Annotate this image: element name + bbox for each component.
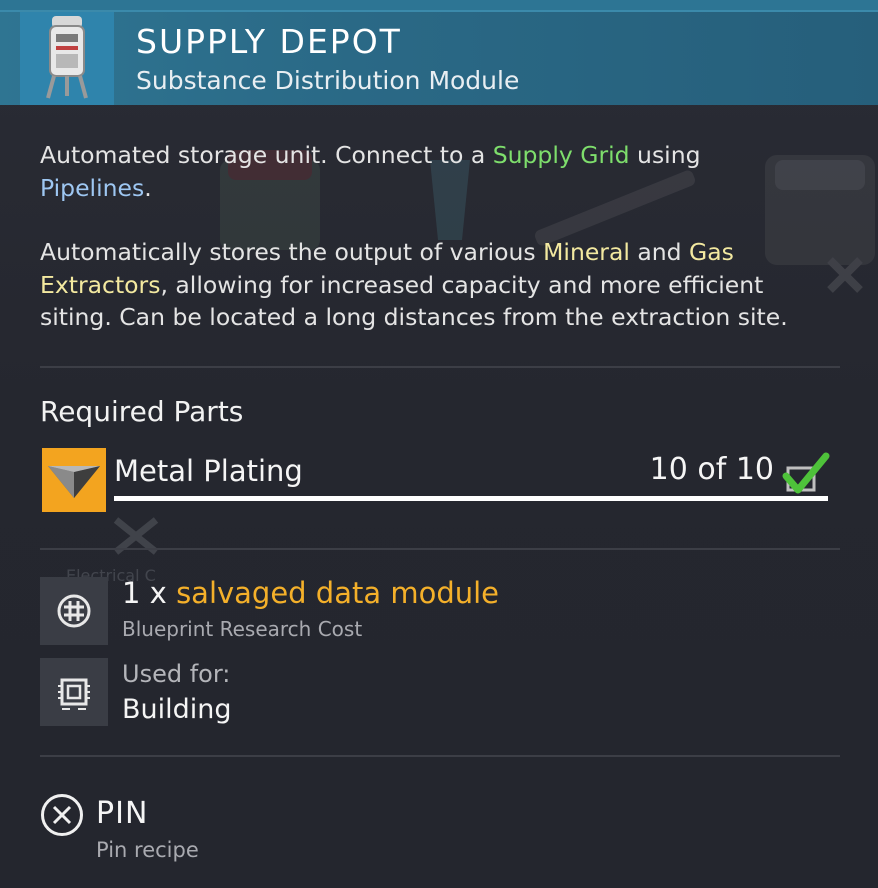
used-for-value: Building: [122, 694, 232, 725]
research-cost-label: Blueprint Research Cost: [122, 617, 363, 641]
supply-grid-keyword: Supply Grid: [492, 141, 630, 169]
required-parts-heading: Required Parts: [40, 395, 244, 428]
description-paragraph-1: Automated storage unit. Connect to a Sup…: [40, 141, 701, 202]
pin-button[interactable]: PIN: [96, 796, 148, 831]
data-module-icon: [40, 577, 108, 645]
gas-keyword: Gas: [689, 238, 734, 266]
divider: [40, 755, 840, 757]
background-wrench-icon: [113, 517, 159, 555]
research-item-name: salvaged data module: [176, 576, 500, 610]
divider: [40, 548, 840, 550]
description-paragraph-2: Automatically stores the output of vario…: [40, 238, 788, 331]
part-name: Metal Plating: [114, 454, 303, 488]
research-cost: 1 x salvaged data module: [122, 576, 500, 610]
part-progress-bar: [114, 496, 828, 501]
mineral-keyword: Mineral: [543, 238, 630, 266]
supply-depot-icon: [20, 12, 114, 105]
x-button-icon[interactable]: [40, 793, 84, 837]
header: SUPPLY DEPOT Substance Distribution Modu…: [0, 10, 878, 105]
top-strip: [0, 0, 878, 10]
recipe-panel: Electrical C SUPPLY DEPOT Substance Dist…: [0, 0, 878, 888]
item-subtitle: Substance Distribution Module: [136, 66, 520, 95]
extractors-keyword: Extractors: [40, 270, 161, 299]
pin-recipe-label: Pin recipe: [96, 838, 199, 862]
metal-plating-icon: [42, 448, 106, 512]
item-title: SUPPLY DEPOT: [136, 22, 402, 61]
divider: [40, 366, 840, 368]
used-for-label: Used for:: [122, 660, 231, 688]
pipelines-keyword: Pipelines: [40, 173, 145, 202]
part-count: 10 of 10: [649, 452, 774, 487]
building-chip-icon: [40, 658, 108, 726]
check-icon: [782, 452, 830, 494]
